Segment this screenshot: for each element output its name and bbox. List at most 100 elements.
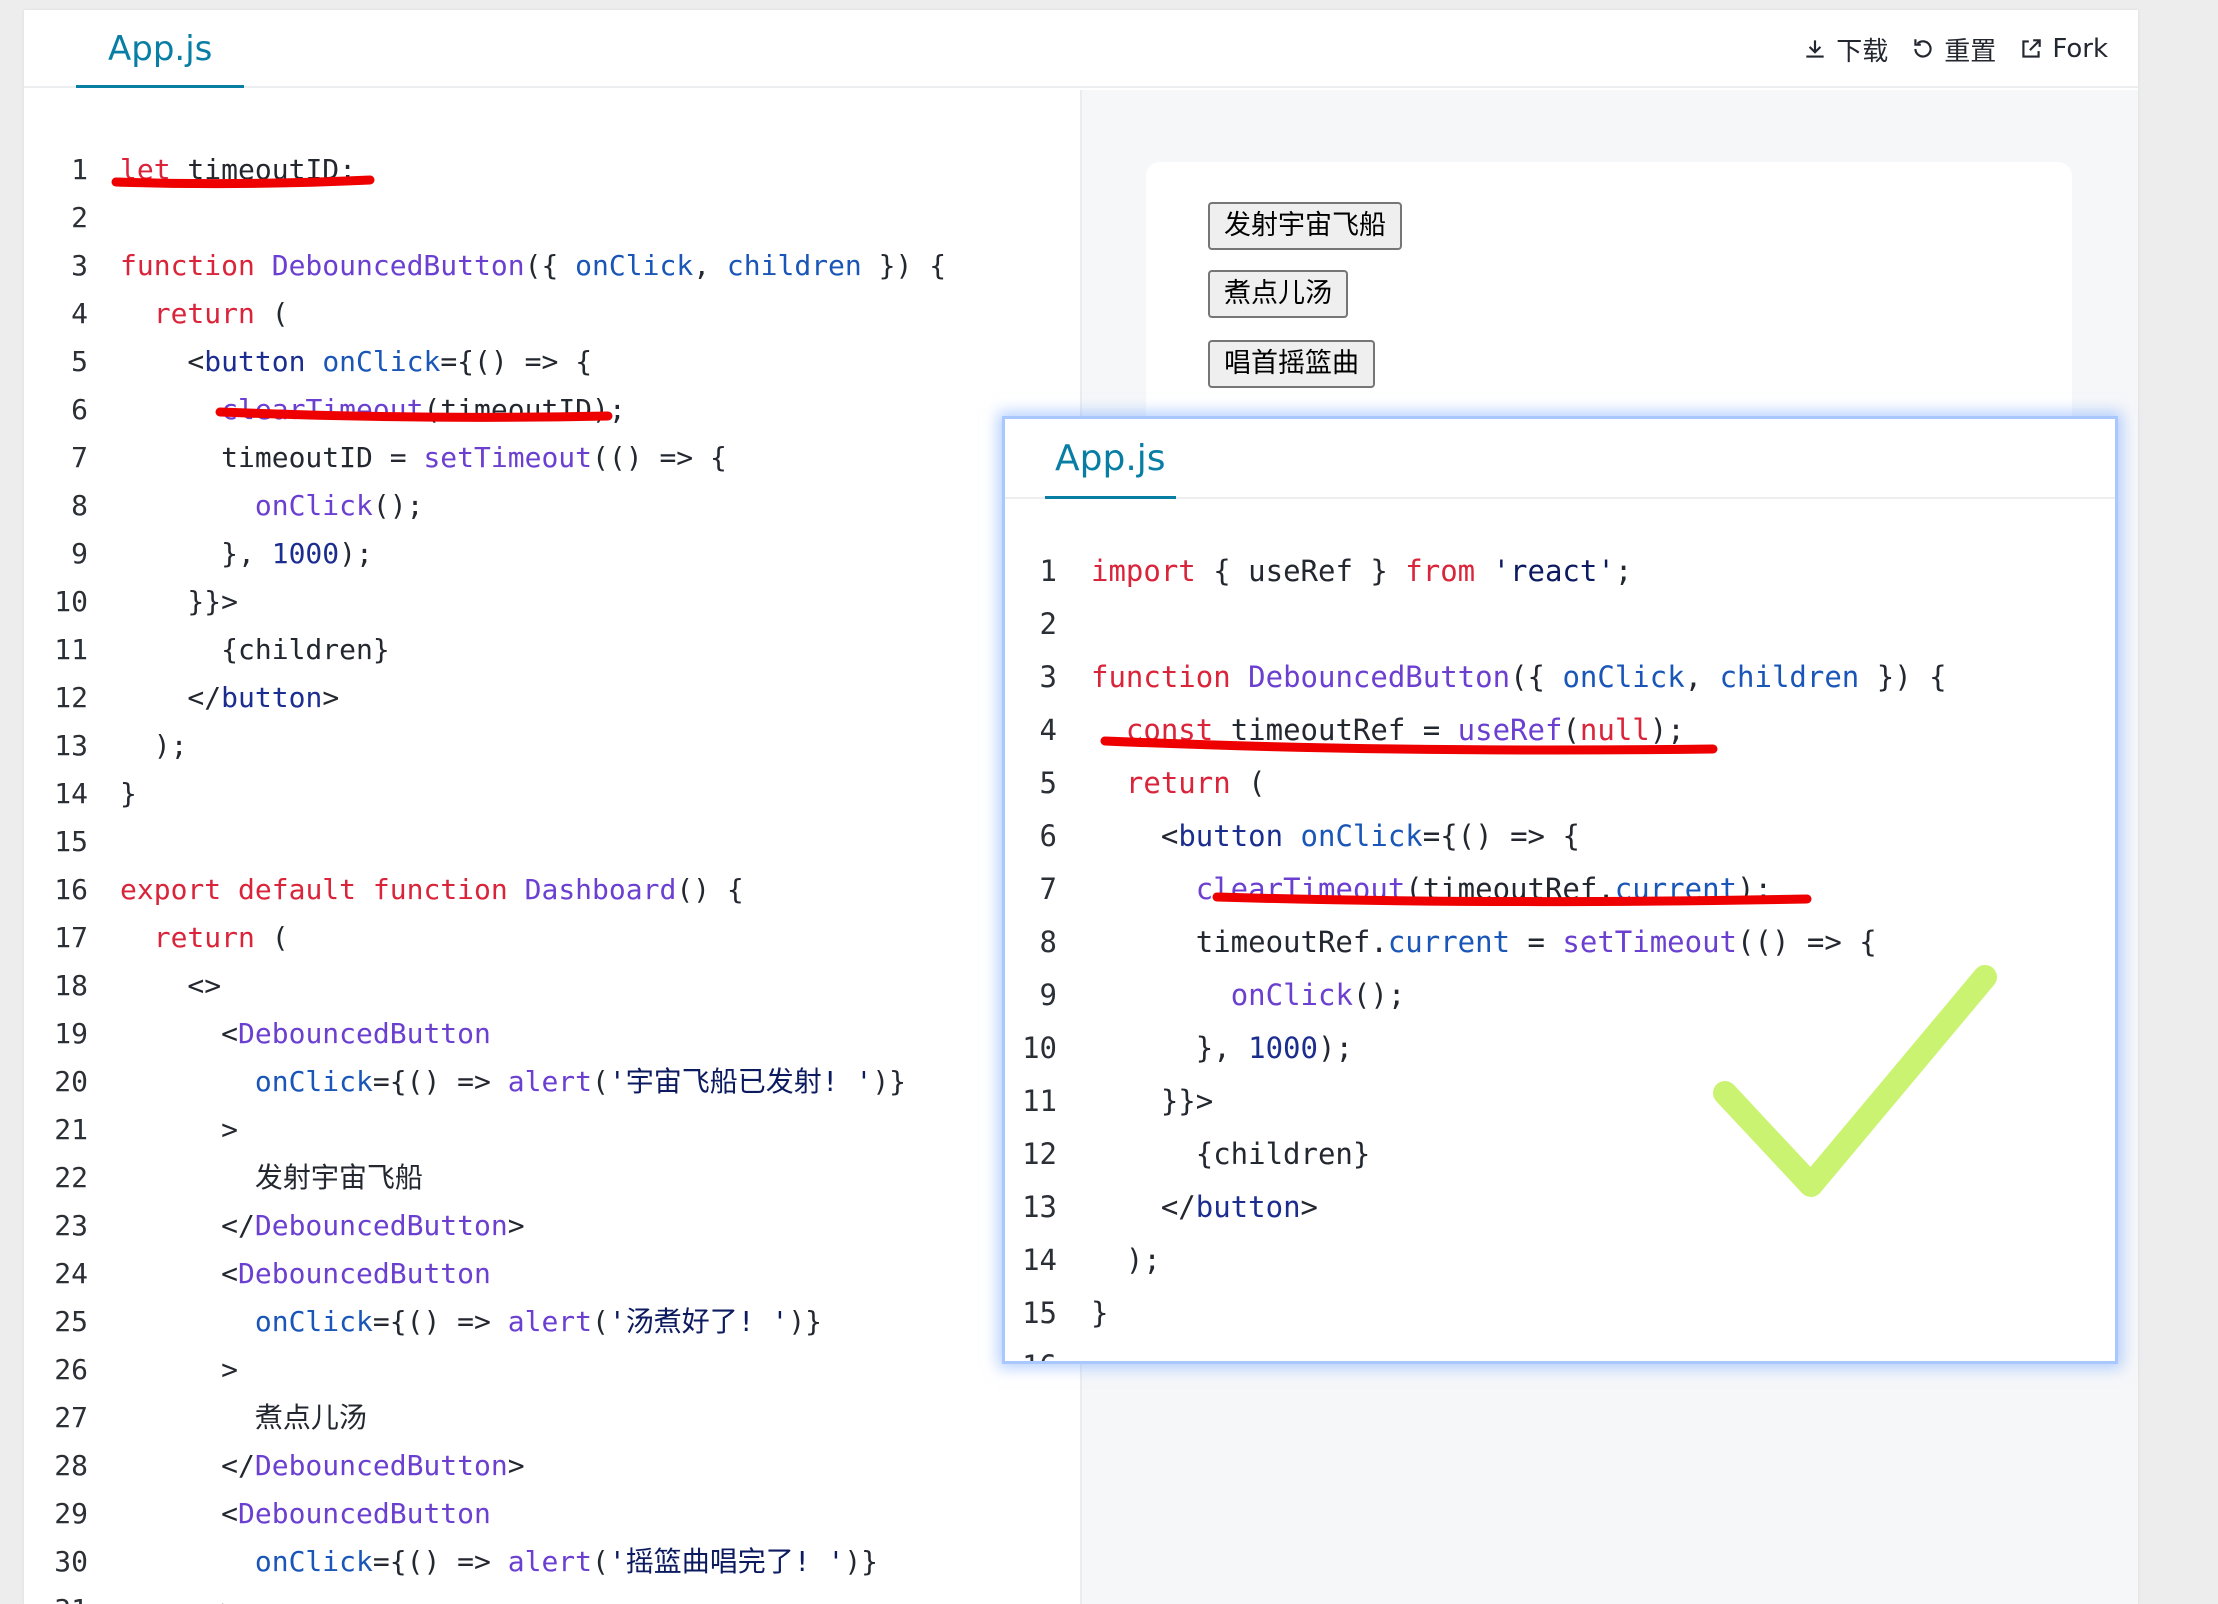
line-content: clearTimeout(timeoutID); [120,386,626,434]
code-token: (); [1352,978,1406,1012]
code-token: from [1405,554,1476,588]
code-token: '摇篮曲唱完了! ' [608,1545,845,1578]
line-number: 2 [71,201,88,234]
tab-app-js[interactable]: App.js [76,10,245,88]
code-token: }) { [1859,660,1947,694]
code-token: alert [507,1305,593,1338]
line-number: 23 [54,1209,88,1242]
code-token: }, [120,537,272,570]
reset-button[interactable]: 重置 [1910,31,1996,68]
line-number: 8 [71,489,88,522]
line-number: 5 [1039,766,1057,800]
line-number: 4 [1039,713,1057,747]
line-content: onClick(); [1091,969,1406,1022]
line-content: return ( [120,290,289,338]
line-content: </button> [1091,1181,1318,1234]
line-number: 12 [54,681,88,714]
line-number: 17 [54,921,88,954]
code-token: ( [254,921,289,954]
line-number: 16 [54,873,88,906]
line-content: <button onClick={() => { [1091,810,1580,863]
code-token: ( [1230,766,1266,800]
code-token: > [322,681,340,714]
code-token: > [120,1113,239,1146]
code-token: clearTimeout [221,393,424,426]
code-token: current [1614,872,1738,906]
line-content: > [120,1106,238,1154]
line-number: 2 [1039,607,1057,641]
line-number: 9 [1039,978,1057,1012]
code-token: onClick [254,1545,373,1578]
code-token: DebouncedButton [238,1497,491,1530]
code-token: onClick [322,345,441,378]
line-content: }, 1000); [1091,1022,1353,1075]
line-content: 煮点儿汤 [120,1394,367,1442]
code-token: }) { [861,249,947,282]
code-token: alert [507,1545,593,1578]
cook-soup-button[interactable]: 煮点儿汤 [1208,270,1348,318]
code-token: let [120,153,171,186]
code-token: const [1125,713,1214,747]
code-token: return [1125,766,1231,800]
sing-lullaby-button[interactable]: 唱首摇篮曲 [1208,340,1375,388]
line-number: 8 [1039,925,1057,959]
code-token: > [507,1449,525,1482]
code-token: )} [844,1545,879,1578]
code-token: 1000 [271,537,340,570]
code-token: alert [507,1065,593,1098]
code-token: null [1579,713,1650,747]
code-token: return [153,297,255,330]
code-token: > [1300,1190,1318,1224]
code-token: 发射宇宙飞船 [120,1161,423,1194]
line-number: 15 [54,825,88,858]
code-token: < [120,1017,239,1050]
code-token: ={() => [372,1305,508,1338]
code-editor[interactable]: 1 let timeoutID; 2 3 function DebouncedButto… [24,90,1080,1604]
line-number: 9 [71,537,88,570]
line-number: 12 [1022,1137,1057,1171]
code-token: = [1510,925,1563,959]
code-token: timeoutID = [120,441,424,474]
code-token: ; [1614,554,1633,588]
line-content: <button onClick={() => { [120,338,592,386]
fork-label: Fork [2052,34,2108,64]
launch-spaceship-button[interactable]: 发射宇宙飞船 [1208,202,1402,250]
code-token: ({ [524,249,576,282]
line-content: }}> [120,578,238,626]
fork-button[interactable]: Fork [2018,34,2108,64]
line-number: 25 [54,1305,88,1338]
line-content: }}> [1091,1075,1213,1128]
code-token: button [221,681,323,714]
code-token: onClick [1300,819,1423,853]
download-button[interactable]: 下载 [1802,31,1888,68]
preview-card: 发射宇宙飞船 煮点儿汤 唱首摇篮曲 [1146,162,2072,452]
line-content: <DebouncedButton [120,1490,491,1538]
line-content: clearTimeout(timeoutRef.current); [1091,863,1772,916]
code-token: > [120,1593,238,1604]
code-token: < [120,1497,239,1530]
code-token: onClick [254,1065,373,1098]
reset-icon [1914,39,1932,58]
toolbar-actions: 下载 重置 Fork [1802,10,2108,88]
line-content: <> [120,962,221,1010]
overlay-tab-app-js[interactable]: App.js [1045,419,1176,499]
line-number: 14 [1022,1243,1057,1277]
code-token: ); [1737,872,1772,906]
line-number: 15 [1022,1296,1057,1330]
code-token: } [120,777,137,810]
code-token: ( [592,1065,609,1098]
line-number: 16 [1005,1340,1057,1361]
code-token: button [204,345,306,378]
code-token: )} [872,1065,907,1098]
line-content: timeoutRef.current = setTimeout(() => { [1091,916,1877,969]
code-token: <> [120,969,222,1002]
line-number: 22 [54,1161,88,1194]
code-token: setTimeout [1562,925,1738,959]
